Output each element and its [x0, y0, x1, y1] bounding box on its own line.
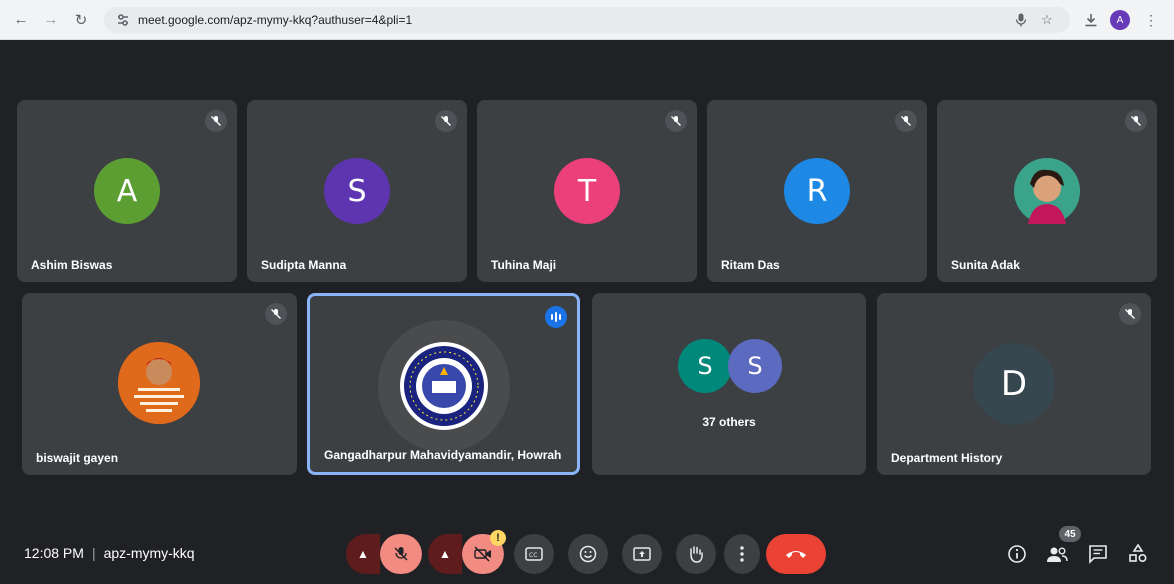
- meeting-info: 12:08 PM | apz-mymy-kkq: [24, 545, 195, 561]
- audio-options-chevron-icon[interactable]: ▲: [346, 534, 380, 574]
- participant-tile[interactable]: biswajit gayen: [22, 293, 297, 475]
- people-icon[interactable]: [1045, 542, 1069, 566]
- reload-icon[interactable]: ↻: [70, 9, 92, 31]
- video-options-chevron-icon[interactable]: ▲: [428, 534, 462, 574]
- separator: |: [91, 545, 96, 561]
- profile-photo: [1014, 158, 1080, 224]
- mic-off-icon: [1119, 303, 1141, 325]
- activities-icon[interactable]: [1126, 542, 1150, 566]
- microphone-control[interactable]: ▲: [346, 534, 422, 574]
- participant-name: Sunita Adak: [951, 258, 1020, 272]
- participant-name: Ashim Biswas: [31, 258, 113, 272]
- participant-tile[interactable]: R Ritam Das: [707, 100, 927, 282]
- avatar: D: [973, 343, 1055, 425]
- participant-name: Sudipta Manna: [261, 258, 347, 272]
- participant-name: biswajit gayen: [36, 451, 119, 465]
- chat-icon[interactable]: [1086, 542, 1110, 566]
- mic-off-icon: [205, 110, 227, 132]
- others-tile[interactable]: S S 37 others: [592, 293, 866, 475]
- participant-name: Tuhina Maji: [491, 258, 557, 272]
- others-count-label: 37 others: [702, 415, 756, 429]
- avatar: S: [678, 339, 732, 393]
- participant-tile[interactable]: T Tuhina Maji: [477, 100, 697, 282]
- mic-off-icon: [435, 110, 457, 132]
- avatar: R: [784, 158, 850, 224]
- participant-name: Gangadharpur Mahavidyamandir, Howrah: [324, 448, 562, 462]
- address-bar[interactable]: meet.google.com/apz-mymy-kkq?authuser=4&…: [104, 7, 1070, 33]
- people-count-badge: 45: [1059, 526, 1081, 542]
- download-icon[interactable]: [1080, 9, 1102, 31]
- microphone-icon[interactable]: [1012, 11, 1030, 29]
- captions-button[interactable]: CC: [514, 534, 554, 574]
- speaking-indicator-icon: [545, 306, 567, 328]
- mic-off-icon: [665, 110, 687, 132]
- clock-time: 12:08 PM: [24, 545, 84, 561]
- profile-photo: [118, 342, 200, 424]
- browser-toolbar: ← → ↻ meet.google.com/apz-mymy-kkq?authu…: [0, 0, 1174, 40]
- avatar: S: [728, 339, 782, 393]
- url-text[interactable]: meet.google.com/apz-mymy-kkq?authuser=4&…: [138, 13, 412, 27]
- meeting-details-icon[interactable]: [1005, 542, 1029, 566]
- avatar: S: [324, 158, 390, 224]
- warning-badge: !: [490, 530, 506, 546]
- avatar: T: [554, 158, 620, 224]
- mic-off-icon: [895, 110, 917, 132]
- more-options-icon[interactable]: [724, 534, 760, 574]
- participant-tile[interactable]: D Department History: [877, 293, 1151, 475]
- profile-avatar[interactable]: A: [1110, 10, 1130, 30]
- participant-tile[interactable]: A Ashim Biswas: [17, 100, 237, 282]
- site-info-icon[interactable]: [114, 11, 132, 29]
- participant-name: Department History: [891, 451, 1003, 465]
- raise-hand-button[interactable]: [676, 534, 716, 574]
- participant-name: Ritam Das: [721, 258, 780, 272]
- participant-tile[interactable]: S Sudipta Manna: [247, 100, 467, 282]
- end-call-button[interactable]: [766, 534, 826, 574]
- back-icon[interactable]: ←: [10, 9, 32, 31]
- avatar: A: [94, 158, 160, 224]
- present-screen-button[interactable]: [622, 534, 662, 574]
- bookmark-star-icon[interactable]: ☆: [1038, 11, 1056, 29]
- forward-icon[interactable]: →: [40, 9, 62, 31]
- meeting-code: apz-mymy-kkq: [103, 545, 195, 561]
- mic-off-icon: [265, 303, 287, 325]
- mic-off-button[interactable]: [380, 534, 422, 574]
- college-emblem: [378, 320, 510, 452]
- participant-tile[interactable]: Sunita Adak: [937, 100, 1157, 282]
- reactions-button[interactable]: [568, 534, 608, 574]
- svg-text:CC: CC: [529, 552, 537, 559]
- mic-off-icon: [1125, 110, 1147, 132]
- participant-tile-active-speaker[interactable]: Gangadharpur Mahavidyamandir, Howrah: [307, 293, 580, 475]
- more-vert-icon[interactable]: ⋮: [1140, 9, 1162, 31]
